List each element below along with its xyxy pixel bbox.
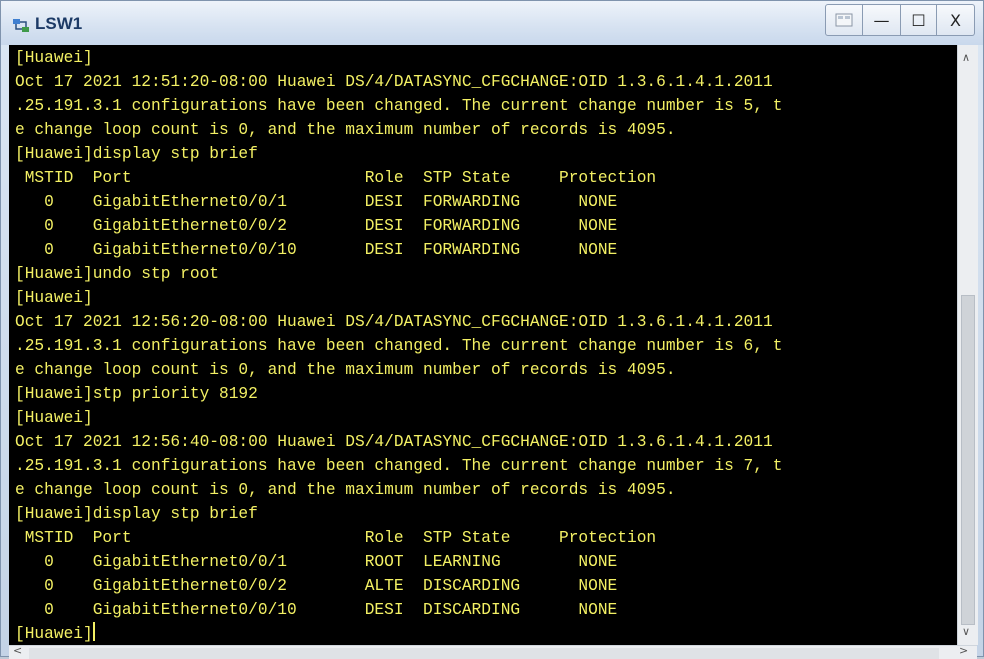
scroll-right-icon[interactable]: > [959, 644, 968, 657]
window-controls: — ☐ X [825, 4, 975, 36]
console-line: e change loop count is 0, and the maximu… [15, 121, 676, 139]
maximize-icon: ☐ [911, 10, 926, 30]
vertical-scrollbar[interactable]: ∧ ∨ [957, 45, 978, 645]
terminal-window: LSW1 — ☐ X [Huawei] Oct 17 2021 12:51:20… [0, 0, 984, 659]
vertical-scroll-thumb[interactable] [961, 295, 975, 625]
console-line: MSTID Port Role STP State Protection [15, 169, 657, 187]
scroll-left-icon[interactable]: < [13, 644, 22, 657]
maximize-button[interactable]: ☐ [901, 4, 937, 36]
console-line: Oct 17 2021 12:56:40-08:00 Huawei DS/4/D… [15, 433, 773, 451]
console-line: 0 GigabitEthernet0/0/10 DESI FORWARDING … [15, 241, 618, 259]
console-line: [Huawei]display stp brief [15, 505, 258, 523]
console-line: MSTID Port Role STP State Protection [15, 529, 657, 547]
window-title: LSW1 [35, 14, 83, 33]
scroll-down-icon[interactable]: ∨ [962, 625, 970, 638]
close-icon: X [950, 10, 961, 30]
console-line: [Huawei]stp priority 8192 [15, 385, 258, 403]
title-bar[interactable]: LSW1 — ☐ X [1, 1, 983, 45]
text-cursor [92, 622, 95, 641]
console-line: e change loop count is 0, and the maximu… [15, 361, 676, 379]
minimize-icon: — [873, 10, 890, 30]
horizontal-scroll-thumb[interactable] [29, 648, 939, 659]
console-line: [Huawei] [15, 409, 93, 427]
window-extra-button[interactable] [825, 4, 863, 36]
console-line: .25.191.3.1 configurations have been cha… [15, 337, 783, 355]
console-line: 0 GigabitEthernet0/0/1 DESI FORWARDING N… [15, 193, 618, 211]
console-line: e change loop count is 0, and the maximu… [15, 481, 676, 499]
console-line: [Huawei]display stp brief [15, 145, 258, 163]
console-line: [Huawei] [15, 289, 93, 307]
command-prompt[interactable]: [Huawei] [15, 625, 93, 643]
console-line: [Huawei]undo stp root [15, 265, 219, 283]
console-line: 0 GigabitEthernet0/0/1 ROOT LEARNING NON… [15, 553, 618, 571]
console-line: .25.191.3.1 configurations have been cha… [15, 97, 783, 115]
console-output[interactable]: [Huawei] Oct 17 2021 12:51:20-08:00 Huaw… [9, 45, 957, 645]
minimize-button[interactable]: — [863, 4, 901, 36]
switch-network-icon [13, 19, 29, 32]
console-line: 0 GigabitEthernet0/0/2 DESI FORWARDING N… [15, 217, 618, 235]
console-lines: [Huawei] Oct 17 2021 12:51:20-08:00 Huaw… [15, 46, 782, 645]
console-line: [Huawei] [15, 49, 93, 67]
console-line: .25.191.3.1 configurations have been cha… [15, 457, 783, 475]
console-line: Oct 17 2021 12:51:20-08:00 Huawei DS/4/D… [15, 73, 773, 91]
window-extra-icon [835, 13, 853, 27]
console-line: 0 GigabitEthernet0/0/10 DESI DISCARDING … [15, 601, 618, 619]
scroll-up-icon[interactable]: ∧ [962, 51, 970, 64]
console-line: Oct 17 2021 12:56:20-08:00 Huawei DS/4/D… [15, 313, 773, 331]
console-line: 0 GigabitEthernet0/0/2 ALTE DISCARDING N… [15, 577, 618, 595]
close-button[interactable]: X [937, 4, 975, 36]
